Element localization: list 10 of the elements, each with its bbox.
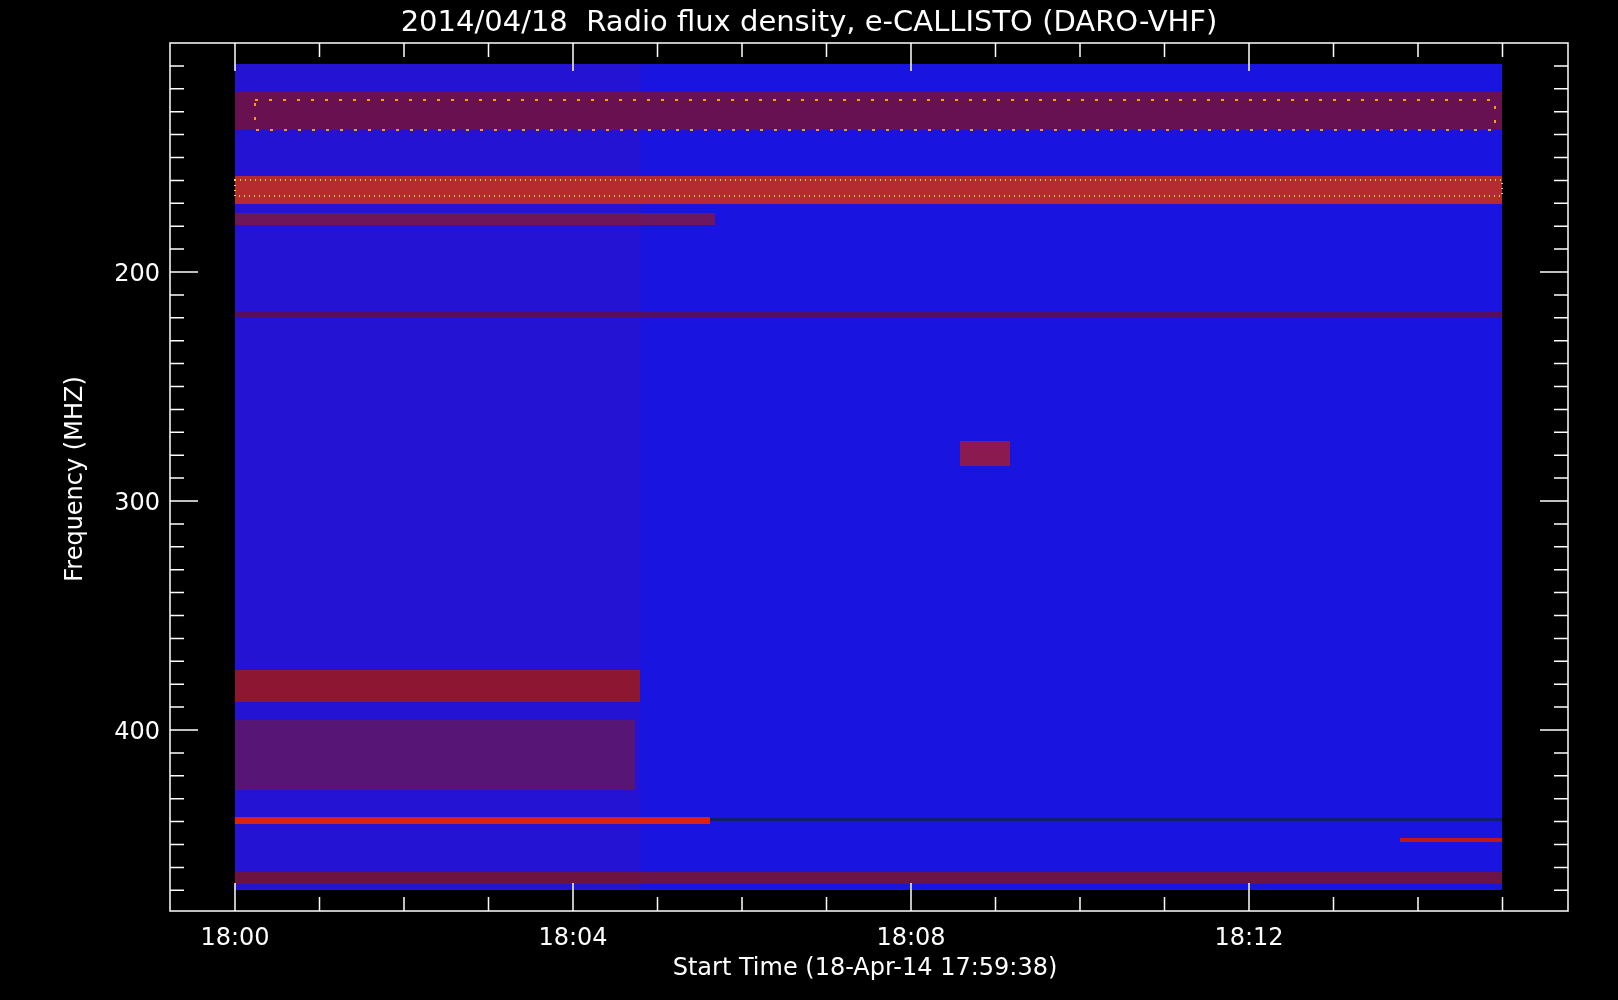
x-tick-label: 18:12 — [1214, 923, 1284, 951]
chart-title: 2014/04/18 Radio flux density, e-CALLISTO (DARO-VHF) — [400, 4, 1218, 38]
x-tick-label: 18:00 — [200, 923, 270, 951]
x-tick-label: 18:04 — [538, 923, 608, 951]
y-tick-label: 200 — [114, 259, 160, 287]
y-tick-label: 300 — [114, 488, 160, 516]
x-tick-label: 18:08 — [876, 923, 946, 951]
y-axis-label: Frequency (MHZ) — [60, 376, 88, 582]
y-tick-label: 400 — [114, 717, 160, 745]
x-axis-label: Start Time (18-Apr-14 17:59:38) — [672, 953, 1058, 981]
